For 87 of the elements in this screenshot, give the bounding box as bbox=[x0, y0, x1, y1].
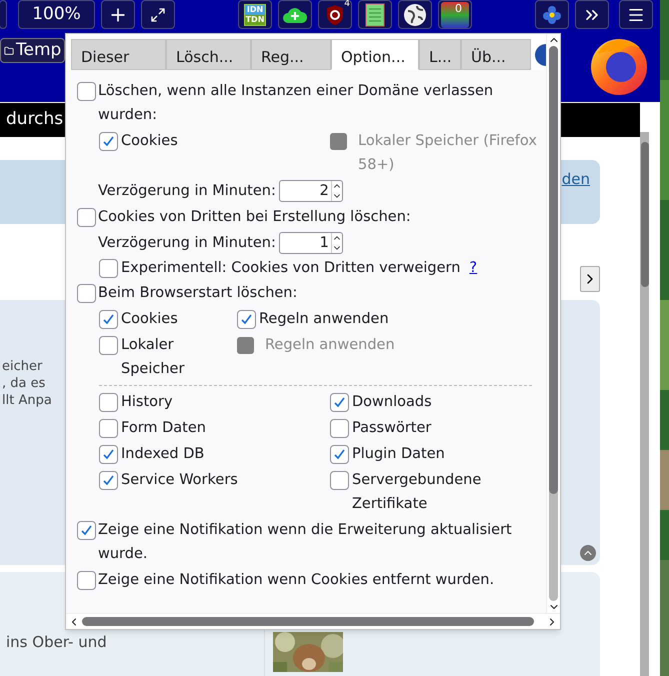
option-label: Zeige eine Notifikation wenn die Erweiterung aktualisiert wurde. bbox=[98, 521, 513, 564]
check-icon bbox=[102, 448, 115, 460]
option-label: Plugin Daten bbox=[352, 445, 445, 464]
option-label: Lokaler Speicher (Firefox 58+) bbox=[357, 132, 538, 175]
expand-icon bbox=[150, 6, 166, 22]
checkbox[interactable] bbox=[99, 336, 118, 354]
option-label: Passwörter bbox=[352, 419, 432, 438]
link[interactable]: den bbox=[562, 168, 590, 190]
body-text: llt Anpa bbox=[2, 392, 52, 409]
tab[interactable]: Üb... bbox=[461, 39, 531, 70]
check-icon bbox=[102, 474, 115, 486]
check-icon bbox=[102, 134, 115, 148]
checkbox[interactable] bbox=[99, 258, 118, 278]
flower-icon bbox=[543, 6, 561, 24]
menu-button[interactable] bbox=[619, 0, 653, 29]
folder-button[interactable]: Temp bbox=[0, 38, 66, 63]
extension-button[interactable]: 0 bbox=[438, 0, 472, 29]
page-scrollbar[interactable] bbox=[640, 132, 649, 676]
checkbox[interactable] bbox=[330, 470, 349, 490]
option-label: Verzögerung in Minuten: bbox=[98, 182, 276, 201]
option-label: Löschen, wenn alle Instanzen einer Domäne verlassen wurden: bbox=[98, 82, 494, 125]
body-text: ins Ober- und bbox=[6, 633, 107, 651]
horizontal-scrollbar[interactable] bbox=[66, 613, 560, 629]
check-icon bbox=[240, 312, 253, 326]
option-label: Regeln anwenden bbox=[264, 336, 395, 355]
vertical-scrollbar[interactable] bbox=[546, 34, 560, 613]
option-label: Cookies bbox=[121, 132, 178, 151]
checkbox[interactable] bbox=[99, 418, 118, 438]
option-label: Verzögerung in Minuten: bbox=[98, 234, 276, 253]
option-label: Experimentell: Cookies von Dritten verweigern bbox=[121, 259, 460, 278]
checkbox[interactable] bbox=[99, 470, 118, 490]
extension-button[interactable] bbox=[278, 0, 312, 29]
zoom-in-button[interactable] bbox=[101, 0, 135, 29]
tab[interactable]: L... bbox=[419, 39, 461, 70]
gradient-meter-icon bbox=[441, 2, 469, 28]
checkbox[interactable] bbox=[77, 520, 96, 540]
extension-button[interactable] bbox=[398, 0, 432, 29]
next-page-button[interactable] bbox=[580, 266, 600, 292]
tab[interactable]: Reg... bbox=[251, 39, 331, 70]
fullscreen-button[interactable] bbox=[141, 0, 175, 29]
body-text: , da es bbox=[2, 375, 46, 392]
check-icon bbox=[80, 524, 93, 536]
checkbox[interactable] bbox=[77, 82, 96, 100]
checkbox[interactable] bbox=[99, 392, 118, 412]
option-label: Downloads bbox=[352, 393, 432, 412]
number-field[interactable]: 2 bbox=[278, 180, 343, 202]
zoom-level-button[interactable]: 100% bbox=[18, 0, 95, 29]
body-text: eicher bbox=[2, 358, 42, 375]
checkbox[interactable] bbox=[330, 392, 349, 412]
checkbox[interactable] bbox=[99, 132, 118, 150]
spreadsheet-icon bbox=[365, 2, 385, 26]
extension-button[interactable] bbox=[535, 0, 569, 29]
option-label: Regeln anwenden bbox=[259, 310, 389, 329]
option-label: Beim Browserstart löschen: bbox=[98, 284, 298, 303]
help-link[interactable]: ? bbox=[469, 256, 478, 280]
shield-icon bbox=[325, 4, 345, 26]
check-icon bbox=[333, 396, 346, 408]
folder-icon bbox=[4, 46, 14, 56]
option-label: History bbox=[121, 393, 173, 412]
option-label: Indexed DB bbox=[121, 445, 204, 464]
banner-text: durchs bbox=[6, 108, 64, 132]
checkbox[interactable] bbox=[330, 418, 349, 438]
option-label: Cookies bbox=[121, 310, 178, 329]
tab[interactable]: Dieser bbox=[71, 39, 166, 70]
idn-icon: IDN TDN bbox=[244, 4, 266, 26]
option-label: Service Workers bbox=[121, 471, 238, 490]
checkbox[interactable] bbox=[237, 310, 256, 328]
checkbox[interactable] bbox=[77, 284, 96, 302]
option-label: Form Daten bbox=[121, 419, 206, 438]
cloud-icon bbox=[282, 6, 308, 24]
checkbox[interactable] bbox=[77, 570, 96, 590]
checkbox[interactable] bbox=[99, 444, 118, 464]
tab[interactable]: Lösch... bbox=[166, 39, 251, 70]
tab[interactable]: Option... bbox=[331, 39, 419, 70]
number-field[interactable]: 1 bbox=[278, 232, 343, 254]
extension-button[interactable] bbox=[358, 0, 392, 29]
check-icon bbox=[333, 448, 346, 460]
option-label: Cookies von Dritten bei Erstellung löschen: bbox=[98, 208, 411, 227]
check-icon bbox=[102, 312, 115, 326]
overflow-button[interactable] bbox=[575, 0, 609, 29]
option-label: Zeige eine Notifikation wenn Cookies entfernt wurden. bbox=[98, 571, 494, 590]
checkbox[interactable] bbox=[99, 310, 118, 328]
checkbox[interactable] bbox=[77, 208, 96, 226]
option-label: Lokaler Speicher bbox=[121, 336, 186, 379]
option-label: Servergebundene Zertifikate bbox=[352, 471, 482, 514]
badge-count: 0 bbox=[455, 3, 462, 14]
checkbox[interactable] bbox=[330, 444, 349, 464]
